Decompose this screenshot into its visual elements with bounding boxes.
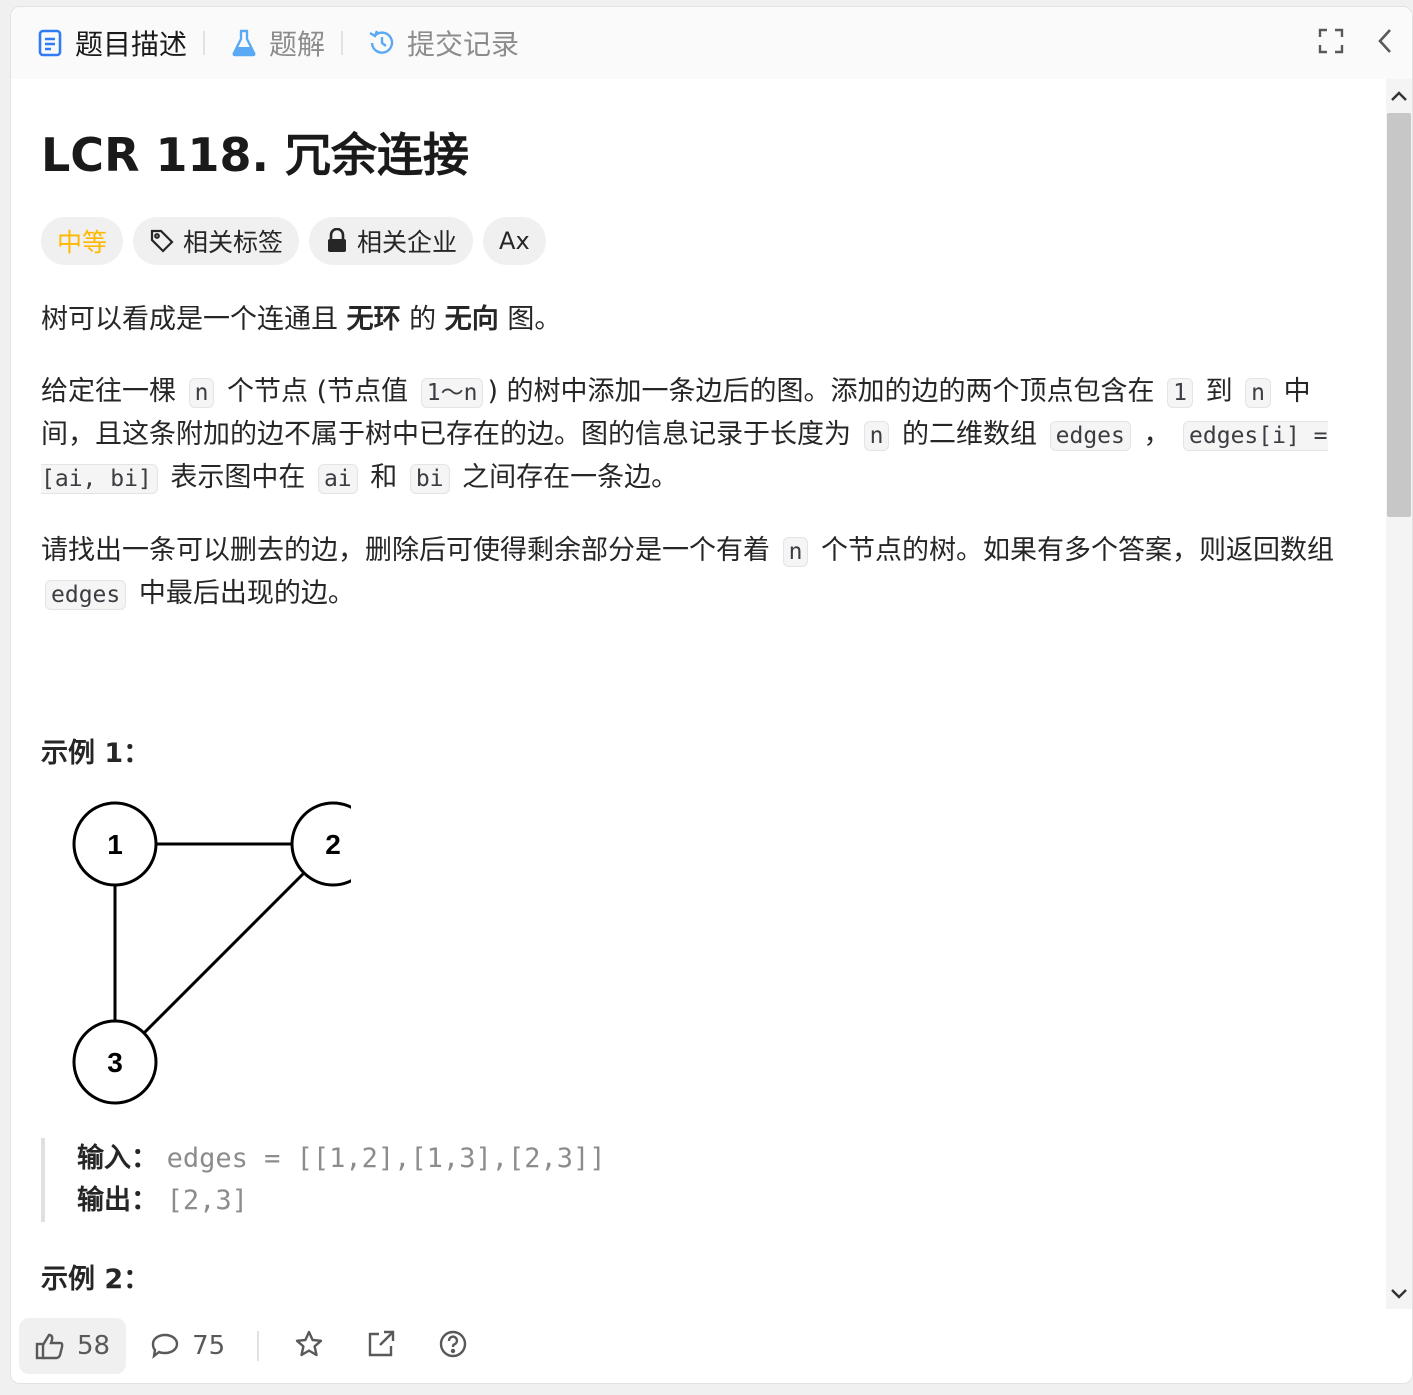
tab-description[interactable]: 题目描述 — [11, 7, 187, 79]
text: 表示图中在 — [161, 462, 314, 493]
tab-submissions[interactable]: 提交记录 — [343, 7, 519, 79]
scrollbar-thumb[interactable] — [1387, 113, 1411, 517]
graph-node-3: 3 — [72, 1019, 158, 1105]
output-label: 输出： — [77, 1185, 158, 1216]
graph-node-2: 2 — [290, 801, 376, 887]
text: 之间存在一条边。 — [453, 462, 679, 493]
document-icon — [35, 28, 65, 58]
inline-code: 1～n — [420, 378, 484, 408]
inline-code: n — [1245, 378, 1272, 408]
bottom-action-bar: 58 75 — [11, 1309, 1412, 1383]
fullscreen-button[interactable] — [1304, 7, 1358, 79]
example-1-input: 输入： edges = [[1,2],[1,3],[2,3]] — [77, 1138, 1357, 1180]
inline-code: n — [188, 378, 215, 408]
inline-code: ai — [317, 464, 358, 494]
example-2-title: 示例 2： — [41, 1264, 151, 1295]
comments-button[interactable]: 75 — [150, 1331, 225, 1361]
chevron-left-icon — [1375, 27, 1395, 59]
fullscreen-icon — [1317, 27, 1345, 59]
inline-code: edges — [45, 580, 127, 610]
inline-code: 1 — [1167, 378, 1193, 408]
text: 到 — [1197, 376, 1242, 407]
chevron-down-icon — [1390, 1285, 1408, 1304]
node-label: 1 — [107, 829, 123, 860]
text: 个节点 (节点值 — [218, 376, 417, 407]
text: 图。 — [498, 304, 562, 335]
inline-code: bi — [409, 464, 450, 494]
collapse-panel-button[interactable] — [1358, 7, 1412, 79]
graph-node-1: 1 — [72, 801, 158, 887]
share-button[interactable] — [359, 1324, 403, 1368]
inline-code: n — [782, 537, 809, 567]
text: 的二维数组 — [893, 419, 1046, 450]
example-1-graph: 1 2 3 — [41, 800, 1357, 1114]
node-label: 2 — [325, 829, 341, 860]
related-tags-label: 相关标签 — [183, 228, 284, 257]
text: 和 — [361, 462, 406, 493]
chevron-up-icon — [1390, 87, 1408, 106]
description-paragraph-3: 请找出一条可以删去的边，删除后可使得剩余部分是一个有着 n 个节点的树。如果有多… — [41, 530, 1357, 616]
input-label: 输入： — [77, 1143, 158, 1174]
tab-bar: 题目描述 题解 提交记录 — [11, 7, 1412, 79]
example-1-io: 输入： edges = [[1,2],[1,3],[2,3]] 输出： [2,3… — [41, 1138, 1357, 1222]
text: 的 — [400, 304, 445, 335]
node-label: 3 — [107, 1047, 123, 1078]
favorite-button[interactable] — [287, 1324, 331, 1368]
text: ) 的树中添加一条边后的图。添加的边的两个顶点包含在 — [487, 376, 1164, 407]
text: ， — [1134, 419, 1180, 450]
inline-code: n — [863, 421, 890, 451]
tab-description-label: 题目描述 — [75, 28, 188, 61]
tab-solutions-label: 题解 — [269, 28, 326, 61]
difficulty-badge: 中等 — [41, 217, 124, 265]
related-tags-button[interactable]: 相关标签 — [133, 217, 300, 265]
bottom-divider — [257, 1331, 260, 1361]
scroll-up-arrow[interactable] — [1386, 83, 1412, 109]
example-1-title: 示例 1： — [41, 738, 151, 769]
inline-code: edges — [1049, 421, 1131, 451]
tag-icon — [149, 228, 175, 254]
thumbs-up-icon — [35, 1332, 65, 1360]
bold-text: 无向 — [444, 304, 499, 335]
example-1-output: 输出： [2,3] — [77, 1180, 1357, 1222]
history-icon — [367, 28, 397, 58]
related-companies-label: 相关企业 — [357, 228, 458, 257]
problem-chips: 中等 相关标签 相关企业 Ax — [41, 217, 1357, 265]
text: 树可以看成是一个连通且 — [41, 304, 347, 335]
lock-icon — [325, 228, 349, 254]
like-count: 58 — [77, 1331, 111, 1361]
question-circle-icon — [438, 1329, 468, 1363]
text: 给定往一棵 — [41, 376, 185, 407]
font-icon: Ax — [499, 227, 530, 255]
input-value: edges = [[1,2],[1,3],[2,3]] — [166, 1143, 606, 1174]
tab-submissions-label: 提交记录 — [407, 28, 520, 61]
bold-text: 无环 — [346, 304, 401, 335]
tab-solutions[interactable]: 题解 — [205, 7, 325, 79]
description-paragraph-2: 给定往一棵 n 个节点 (节点值 1～n) 的树中添加一条边后的图。添加的边的两… — [41, 371, 1357, 500]
related-companies-button[interactable]: 相关企业 — [309, 217, 474, 265]
problem-panel: 题目描述 题解 提交记录 LCR 118. 冗余连接 中等 相关标签 相关企业 … — [10, 6, 1413, 1384]
comment-count: 75 — [192, 1331, 226, 1361]
text: 请找出一条可以删去的边，删除后可使得剩余部分是一个有着 — [41, 535, 779, 566]
star-icon — [294, 1329, 324, 1363]
output-value: [2,3] — [166, 1185, 248, 1216]
problem-content[interactable]: LCR 118. 冗余连接 中等 相关标签 相关企业 Ax 树可以看成是一个连通… — [11, 79, 1387, 1311]
problem-title[interactable]: LCR 118. 冗余连接 — [41, 123, 1357, 187]
scroll-down-arrow[interactable] — [1386, 1281, 1412, 1307]
text: 个节点的树。如果有多个答案，则返回数组 — [812, 535, 1335, 566]
graph-edge-2-3 — [113, 842, 335, 1064]
share-icon — [366, 1329, 396, 1363]
comment-icon — [150, 1332, 180, 1360]
help-button[interactable] — [431, 1324, 475, 1368]
description-paragraph-1: 树可以看成是一个连通且 无环 的 无向 图。 — [41, 299, 1357, 341]
flask-icon — [229, 28, 259, 58]
font-size-button[interactable]: Ax — [483, 217, 546, 265]
tab-bar-actions — [1304, 7, 1412, 79]
scrollbar[interactable] — [1386, 79, 1412, 1311]
like-button[interactable]: 58 — [19, 1318, 127, 1374]
text: 中最后出现的边。 — [130, 578, 355, 609]
